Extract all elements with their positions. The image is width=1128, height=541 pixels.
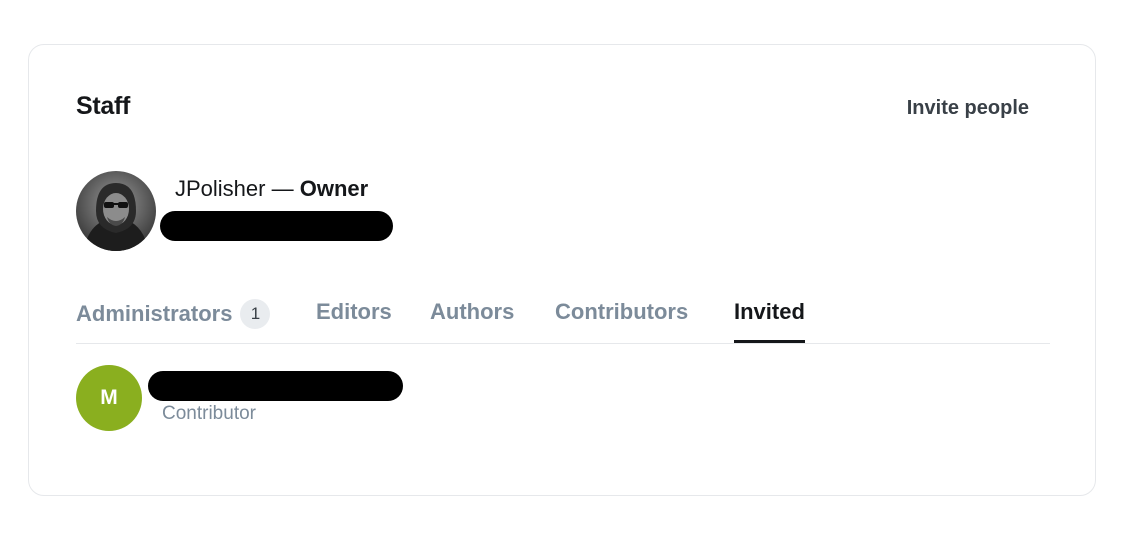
invite-people-button[interactable]: Invite people xyxy=(907,97,1029,120)
member-avatar: M xyxy=(76,365,142,431)
tab-invited[interactable]: Invited xyxy=(734,299,805,343)
tab-contributors[interactable]: Contributors xyxy=(555,299,688,343)
owner-row[interactable]: JPolisher — Owner xyxy=(76,171,676,251)
owner-role: Owner xyxy=(299,176,369,201)
list-item[interactable]: M Contributor xyxy=(76,365,676,435)
tab-label: Invited xyxy=(734,299,805,324)
redacted-email xyxy=(148,371,403,401)
tab-label: Administrators xyxy=(76,301,233,326)
owner-separator: — xyxy=(265,176,300,201)
tab-label: Editors xyxy=(316,299,392,324)
owner-username: JPolisher xyxy=(175,176,266,201)
owner-avatar-photo xyxy=(76,171,156,251)
tab-administrators[interactable]: Administrators 1 xyxy=(76,299,271,343)
tab-count-badge: 1 xyxy=(240,299,271,329)
redacted-email xyxy=(160,211,393,241)
tab-label: Authors xyxy=(430,299,515,324)
section-title: Staff xyxy=(76,92,131,120)
owner-avatar xyxy=(76,171,156,251)
member-role: Contributor xyxy=(162,403,256,424)
staff-card: Staff Invite people JPolisher — Owner Ad… xyxy=(28,44,1096,496)
owner-name: JPolisher — Owner xyxy=(175,176,368,202)
tab-editors[interactable]: Editors xyxy=(316,299,392,343)
staff-role-tabs: Administrators 1 Editors Authors Contribu… xyxy=(76,295,1050,344)
tab-authors[interactable]: Authors xyxy=(430,299,514,343)
tab-label: Contributors xyxy=(555,299,689,324)
